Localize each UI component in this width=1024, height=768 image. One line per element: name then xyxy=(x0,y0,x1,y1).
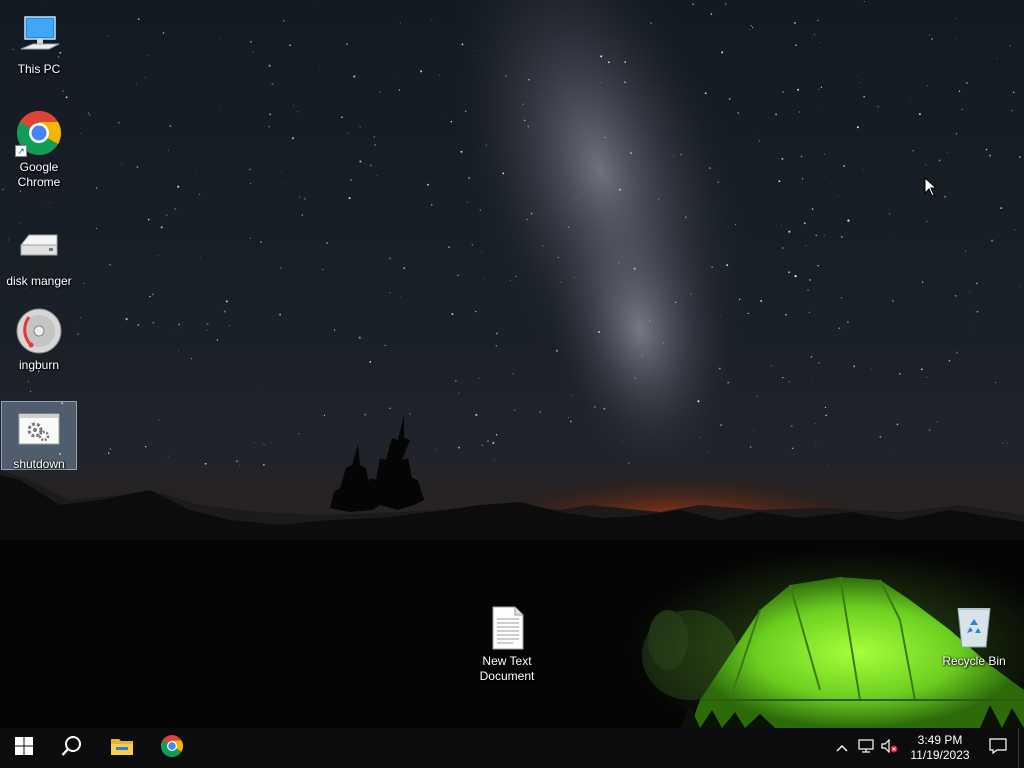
volume-muted-icon xyxy=(881,738,899,758)
volume-button[interactable] xyxy=(878,728,902,768)
desktop-icon-this-pc[interactable]: This PC xyxy=(1,6,77,78)
chrome-icon xyxy=(160,734,184,763)
system-tray: 3:49 PM 11/19/2023 xyxy=(830,728,1024,768)
network-button[interactable] xyxy=(854,728,878,768)
show-hidden-icons-button[interactable] xyxy=(830,728,854,768)
clock-date: 11/19/2023 xyxy=(910,748,970,762)
action-center-button[interactable] xyxy=(978,728,1018,768)
desktop-icon-label: ingburn xyxy=(18,358,60,372)
desktop-icon-disk-manger[interactable]: disk manger xyxy=(1,218,77,290)
chrome-icon: ↗ xyxy=(15,109,63,157)
shortcut-arrow-icon: ↗ xyxy=(15,145,27,157)
start-button[interactable] xyxy=(0,728,48,768)
taskbar-pinned-chrome[interactable] xyxy=(148,728,196,768)
search-button[interactable] xyxy=(48,728,96,768)
search-icon xyxy=(61,735,83,762)
desktop-icon-shutdown[interactable]: shutdown xyxy=(1,401,77,471)
text-document-icon xyxy=(483,603,531,651)
desktop-icon-label: Google Chrome xyxy=(17,160,61,189)
desktop-icon-label: This PC xyxy=(17,62,61,76)
computer-icon xyxy=(15,11,63,59)
recycle-bin-icon xyxy=(950,603,998,651)
clock-time: 3:49 PM xyxy=(917,733,963,747)
desktop-icon-new-text-document[interactable]: New Text Document xyxy=(469,598,545,685)
mouse-pointer-icon xyxy=(924,176,938,202)
drive-icon xyxy=(15,223,63,271)
chevron-up-icon xyxy=(836,739,848,757)
desktop-icon-label: disk manger xyxy=(6,274,72,288)
desktop-icon-label: New Text Document xyxy=(479,654,535,683)
taskbar-pinned-file-explorer[interactable] xyxy=(96,728,148,768)
clock[interactable]: 3:49 PM 11/19/2023 xyxy=(902,728,978,768)
windows-logo-icon xyxy=(15,736,33,760)
show-desktop-button[interactable] xyxy=(1018,728,1024,768)
desktop-icon-google-chrome[interactable]: ↗ Google Chrome xyxy=(1,104,77,191)
notification-icon xyxy=(989,737,1007,759)
desktop-icon-label: Recycle Bin xyxy=(942,654,1006,668)
desktop-icon-recycle-bin[interactable]: Recycle Bin xyxy=(936,598,1012,670)
folder-icon xyxy=(110,736,134,761)
taskbar: 3:49 PM 11/19/2023 xyxy=(0,728,1024,768)
desktop-icon-label: shutdown xyxy=(13,457,65,471)
disc-icon xyxy=(15,307,63,355)
network-icon xyxy=(858,738,874,758)
desktop-icon-ingburn[interactable]: ingburn xyxy=(1,302,77,374)
settings-app-icon xyxy=(15,406,63,454)
